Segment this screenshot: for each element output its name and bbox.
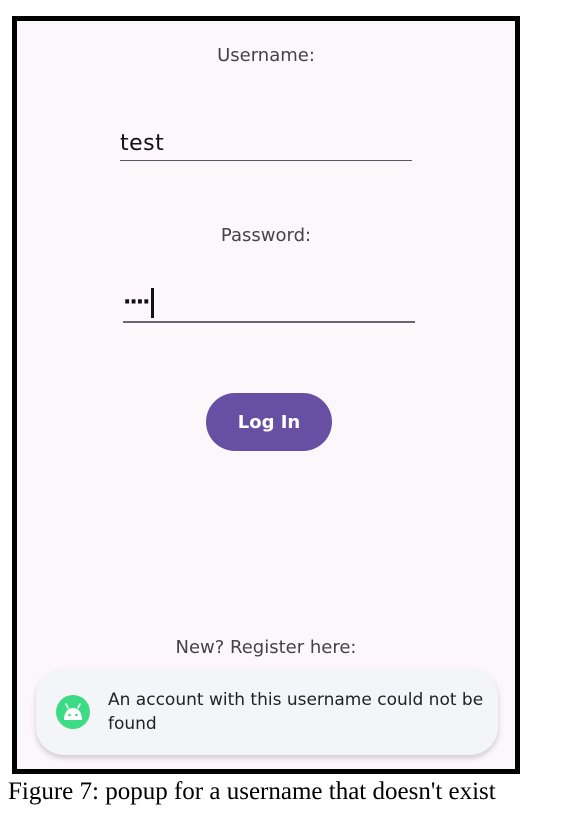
username-label: Username:	[217, 45, 315, 66]
toast-message: An account with this username could not …	[108, 690, 484, 734]
android-icon	[56, 695, 90, 729]
text-cursor	[151, 288, 155, 318]
password-masked-value: ····	[123, 290, 150, 315]
register-link[interactable]: New? Register here:	[17, 637, 515, 658]
toast-popup: An account with this username could not …	[36, 669, 498, 755]
figure-caption: Figure 7: popup for a username that does…	[8, 778, 496, 805]
username-field[interactable]: test	[120, 121, 412, 161]
password-label: Password:	[220, 225, 312, 246]
password-field[interactable]: ····	[123, 283, 415, 323]
login-button[interactable]: Log In	[206, 393, 332, 451]
phone-screen: Username: test Password: ···· Log In New…	[12, 16, 520, 774]
figure: Username: test Password: ···· Log In New…	[0, 0, 571, 823]
username-value: test	[120, 131, 165, 156]
